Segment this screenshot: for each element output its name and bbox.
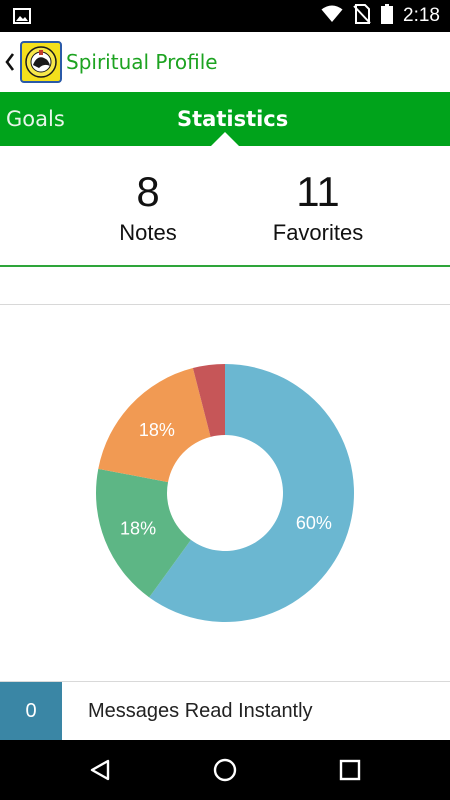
page-title: Spiritual Profile xyxy=(66,50,218,74)
donut-slice-label-1: 18% xyxy=(120,518,156,538)
donut-chart: 60% 18% 18% xyxy=(95,364,355,622)
active-tab-indicator xyxy=(211,132,239,146)
app-logo[interactable] xyxy=(20,41,62,83)
counters-divider xyxy=(0,265,450,267)
notes-count: 8 xyxy=(136,168,160,215)
donut-slice-label-0: 60% xyxy=(296,513,332,533)
messages-read-label: Messages Read Instantly xyxy=(88,700,313,722)
back-chevron-icon[interactable] xyxy=(2,47,18,77)
notes-label: Notes xyxy=(119,220,177,245)
battery-icon xyxy=(381,4,394,28)
wifi-icon xyxy=(321,5,343,27)
home-circle-icon[interactable] xyxy=(195,740,255,800)
favorites-count: 11 xyxy=(296,168,340,215)
tab-goals[interactable]: Goals xyxy=(6,92,65,146)
favorites-label: Favorites xyxy=(272,220,364,245)
notes-counter: 8 Notes xyxy=(98,168,198,246)
app-header: Spiritual Profile xyxy=(0,32,450,92)
recents-square-icon[interactable] xyxy=(320,740,380,800)
image-icon xyxy=(13,8,31,28)
favorites-counter: 11 Favorites xyxy=(258,168,378,246)
status-bar: 2:18 xyxy=(0,0,450,32)
status-time: 2:18 xyxy=(403,5,440,26)
donut-slice-label-2: 18% xyxy=(139,420,175,440)
back-triangle-icon[interactable] xyxy=(70,740,130,800)
no-sim-icon xyxy=(353,4,371,28)
messages-read-count: 0 xyxy=(0,682,62,741)
messages-read-row[interactable]: 0 Messages Read Instantly xyxy=(0,681,450,741)
navigation-bar xyxy=(0,740,450,800)
